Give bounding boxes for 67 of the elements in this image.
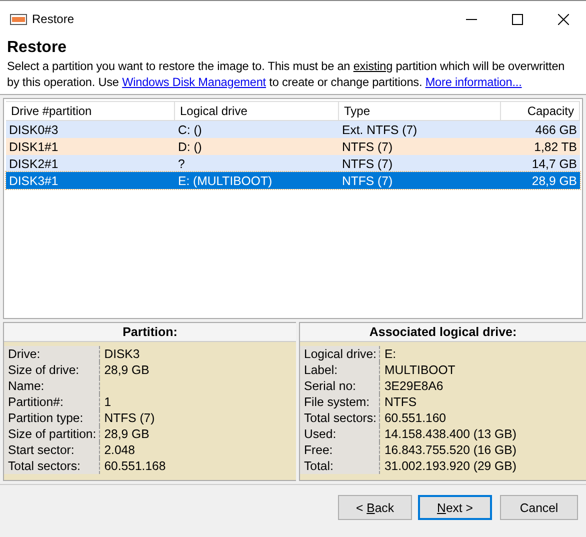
field-label: Total sectors: — [300, 410, 380, 426]
table-cell-text: NTFS (7) — [341, 156, 394, 170]
field-value: E: — [384, 347, 396, 361]
dialog-button[interactable]: Cancel — [500, 495, 578, 520]
field-label: Start sector: — [4, 442, 100, 458]
description-text: Select a partition you want to restore the image to. This must be an existing partition which will be overwritten by this operation. Use Windows Disk Management to create or change partitions. More information... — [7, 58, 566, 90]
table-cell-text: 1,82 TB — [533, 140, 578, 154]
table-cell-text: 466 GB — [534, 122, 578, 136]
window-title: Restore — [32, 12, 76, 26]
table-cell-text: NTFS (7) — [341, 174, 394, 188]
field-value: 28,9 GB — [104, 427, 150, 441]
field-label: Free: — [300, 442, 380, 458]
column-header[interactable]: Logical drive — [175, 101, 339, 121]
table-row[interactable]: DISK1#1 D: () NTFS (7) 1,82 TB — [6, 138, 580, 155]
app-icon — [10, 14, 27, 24]
table-cell-text: 14,7 GB — [530, 156, 578, 170]
field-value: MULTIBOOT — [384, 363, 456, 377]
close-icon — [558, 14, 568, 24]
table-cell-text: Ext. NTFS (7) — [341, 122, 418, 136]
field-label: Partition type: — [4, 410, 100, 426]
field-value: 16.843.755.520 (16 GB) — [384, 443, 516, 457]
page-heading: Restore — [7, 39, 68, 57]
table-row[interactable]: DISK3#1 E: (MULTIBOOT) NTFS (7) 28,9 GB — [6, 172, 580, 189]
table-cell-text: 28,9 GB — [530, 174, 578, 188]
table-cell-text: DISK1#1 — [8, 140, 60, 154]
field-value: NTFS (7) — [104, 411, 155, 425]
field-value: NTFS — [384, 395, 417, 409]
field-label: Partition#: — [4, 394, 100, 410]
field-label: Total: — [300, 458, 380, 474]
table-cell-text: DISK3#1 — [8, 174, 60, 188]
field-label: Used: — [300, 426, 380, 442]
table-row[interactable]: DISK2#1 ? NTFS (7) 14,7 GB — [6, 155, 580, 172]
field-label: Drive: — [4, 346, 100, 362]
dialog-button[interactable]: < Back — [338, 495, 412, 520]
field-value: 3E29E8A6 — [384, 379, 444, 393]
field-value: 60.551.160 — [384, 411, 446, 425]
field-label: Logical drive: — [300, 346, 380, 362]
field-value: 31.002.193.920 (29 GB) — [384, 459, 516, 473]
field-value: 60.551.168 — [104, 459, 166, 473]
field-label: File system: — [300, 394, 380, 410]
field-label: Label: — [300, 362, 380, 378]
panel-title: Partition: — [4, 323, 296, 342]
column-header[interactable]: Type — [339, 101, 501, 121]
table-cell-text: ? — [177, 156, 186, 170]
field-label: Total sectors: — [4, 458, 100, 474]
field-label: Size of partition: — [4, 426, 100, 442]
table-cell-text: NTFS (7) — [341, 140, 394, 154]
field-label: Serial no: — [300, 378, 380, 394]
table-cell-text: DISK0#3 — [8, 122, 60, 136]
table-cell-text: D: () — [177, 140, 203, 154]
field-value: 14.158.438.400 (13 GB) — [384, 427, 516, 441]
help-link[interactable]: Windows Disk Management — [122, 75, 266, 89]
table-cell-text: C: () — [177, 122, 203, 136]
field-value: 2.048 — [104, 443, 135, 457]
field-label: Name: — [4, 378, 100, 394]
field-label: Size of drive: — [4, 362, 100, 378]
field-value: 1 — [104, 395, 112, 409]
maximize-icon — [512, 14, 522, 24]
panel-title: Associated logical drive: — [300, 323, 586, 342]
column-header[interactable]: Drive #partition — [6, 101, 175, 121]
help-link[interactable]: More information... — [425, 75, 522, 89]
table-row[interactable]: DISK0#3 C: () Ext. NTFS (7) 466 GB — [6, 121, 580, 138]
table-cell-text: DISK2#1 — [8, 156, 60, 170]
field-value: 28,9 GB — [104, 363, 150, 377]
table-cell-text: E: (MULTIBOOT) — [177, 174, 274, 188]
field-value: DISK3 — [104, 347, 140, 361]
dialog-button[interactable]: Next > — [418, 495, 492, 520]
